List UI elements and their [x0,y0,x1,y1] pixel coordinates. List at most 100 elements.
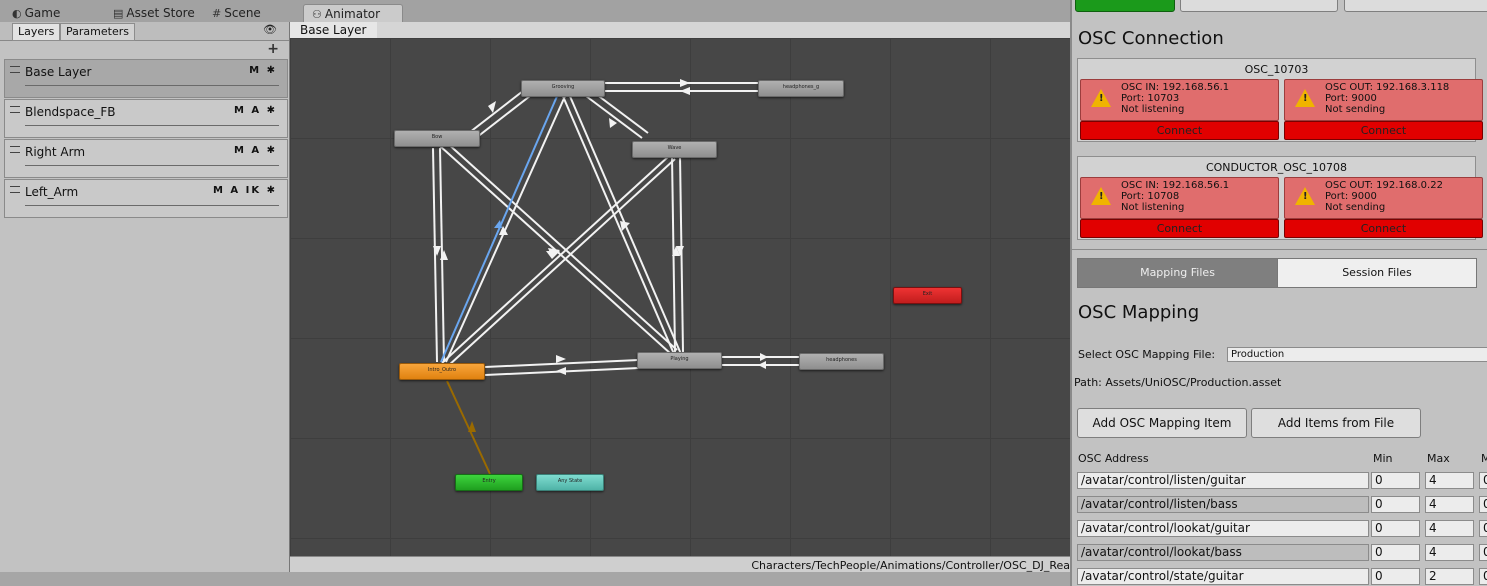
layer-name: Right Arm [25,145,86,159]
m-field[interactable]: 0 [1479,520,1487,537]
gear-icon[interactable]: ✱ [267,65,277,76]
layer-flag-text: M A [233,105,262,116]
top-green-button[interactable] [1075,0,1175,12]
breadcrumb[interactable]: Base Layer [290,22,377,38]
min-field[interactable]: 0 [1371,496,1420,513]
layer-weight-bar[interactable] [25,205,279,206]
max-field[interactable]: 4 [1425,520,1474,537]
drag-handle-icon[interactable] [10,186,20,193]
tab-asset-store-label: Asset Store [126,6,195,20]
divider [1072,249,1487,250]
drag-handle-icon[interactable] [10,66,20,73]
osc-address-field[interactable]: /avatar/control/listen/bass [1077,496,1369,513]
connect-out-button[interactable]: Connect [1284,121,1483,140]
layer-left-arm[interactable]: Left_Arm M A IK ✱ [4,179,288,218]
drag-handle-icon[interactable] [10,106,20,113]
max-field[interactable]: 2 [1425,568,1474,585]
osc-out-address: OSC OUT: 192.168.0.22 [1325,180,1443,191]
min-field[interactable]: 0 [1371,520,1420,537]
state-exit[interactable]: Exit [893,287,962,304]
tab-game[interactable]: ◐ Game [12,4,60,22]
osc-address-field[interactable]: /avatar/control/lookat/guitar [1077,520,1369,537]
eye-icon[interactable]: 👁 [263,23,277,36]
transition-arrow [620,221,630,231]
osc-out-status: ! OSC OUT: 192.168.0.22 Port: 9000 Not s… [1284,177,1483,219]
connection-box: OSC_10703 ! OSC IN: 192.168.56.1 Port: 1… [1077,58,1483,142]
warning-mark: ! [1303,93,1308,104]
osc-in-address: OSC IN: 192.168.56.1 [1121,180,1230,191]
osc-in-state: Not listening [1121,104,1185,115]
layer-weight-bar[interactable] [25,85,279,86]
m-field[interactable]: 0 [1479,544,1487,561]
connect-out-button[interactable]: Connect [1284,219,1483,238]
osc-out-port: Port: 9000 [1325,93,1377,104]
m-field[interactable]: 0 [1479,496,1487,513]
add-layer-button[interactable]: + [267,41,279,57]
tab-mapping-files[interactable]: Mapping Files [1077,258,1278,288]
osc-in-text: OSC IN: 192.168.56.1 Port: 10703 Not lis… [1121,82,1229,115]
max-field[interactable]: 4 [1425,472,1474,489]
min-field[interactable]: 0 [1371,544,1420,561]
tab-session-files[interactable]: Session Files [1277,258,1477,288]
transition-line [581,92,643,139]
tab-scene-label: Scene [224,6,261,20]
osc-inspector-panel: OSC Connection OSC_10703 ! OSC IN: 192.1… [1070,0,1487,586]
state-headphones[interactable]: headphones [799,353,884,370]
drag-handle-icon[interactable] [10,146,20,153]
tab-layers[interactable]: Layers [12,23,61,41]
osc-in-status: ! OSC IN: 192.168.56.1 Port: 10708 Not l… [1080,177,1279,219]
mapping-file-select[interactable]: Production [1227,347,1487,362]
layer-right-arm[interactable]: Right Arm M A ✱ [4,139,288,178]
min-field[interactable]: 0 [1371,472,1420,489]
tab-parameters[interactable]: Parameters [60,23,135,41]
transition-line [441,155,670,364]
layer-flags: M A ✱ [234,145,277,156]
max-field[interactable]: 4 [1425,496,1474,513]
tab-scene[interactable]: # Scene [212,4,261,22]
state-entry[interactable]: Entry [455,474,523,491]
state-headphones-g[interactable]: headphones_g [758,80,844,97]
osc-mapping-title: OSC Mapping [1078,302,1200,323]
m-field[interactable]: 0 [1479,568,1487,585]
state-bow[interactable]: Bow [394,130,480,147]
warning-mark: ! [1099,93,1104,104]
column-header-max: Max [1427,452,1450,465]
state-any-state[interactable]: Any State [536,474,604,491]
osc-out-state: Not sending [1325,104,1386,115]
m-field[interactable]: 0 [1479,472,1487,489]
add-items-from-file-button[interactable]: Add Items from File [1251,408,1421,438]
connect-in-button[interactable]: Connect [1080,121,1279,140]
connection-title: OSC_10703 [1244,63,1309,76]
osc-address-field[interactable]: /avatar/control/state/guitar [1077,568,1369,585]
gear-icon[interactable]: ✱ [267,185,277,196]
layer-flag-text: M [249,65,262,76]
gear-icon[interactable]: ✱ [267,105,277,116]
layer-blendspace-fb[interactable]: Blendspace_FB M A ✱ [4,99,288,138]
top-button-3[interactable] [1344,0,1487,12]
layer-name: Base Layer [25,65,92,79]
osc-address-field[interactable]: /avatar/control/listen/guitar [1077,472,1369,489]
state-wave[interactable]: Wave [632,141,717,158]
tab-animator[interactable]: ⚇ Animator [303,4,403,23]
layer-weight-bar[interactable] [25,125,279,126]
top-button-2[interactable] [1180,0,1338,12]
add-osc-mapping-item-button[interactable]: Add OSC Mapping Item [1077,408,1247,438]
transition-line [561,93,675,355]
state-intro-outro[interactable]: Intro_Outro [399,363,485,380]
layer-base[interactable]: Base Layer M ✱ [4,59,288,98]
state-grooving[interactable]: Grooving [521,80,605,97]
min-field[interactable]: 0 [1371,568,1420,585]
connect-in-button[interactable]: Connect [1080,219,1279,238]
max-field[interactable]: 4 [1425,544,1474,561]
store-icon: ▤ [113,7,124,20]
active-transition-arrow [494,220,502,228]
gear-icon[interactable]: ✱ [267,145,277,156]
game-icon: ◐ [12,7,22,20]
osc-address-field[interactable]: /avatar/control/lookat/bass [1077,544,1369,561]
state-playing[interactable]: Playing [637,352,722,369]
state-machine-graph[interactable]: Grooving headphones_g Bow Wave Intro_Out… [290,38,1070,556]
layer-weight-bar[interactable] [25,165,279,166]
osc-in-port: Port: 10708 [1121,191,1180,202]
tab-asset-store[interactable]: ▤ Asset Store [113,4,195,22]
osc-connection-title: OSC Connection [1078,28,1224,49]
